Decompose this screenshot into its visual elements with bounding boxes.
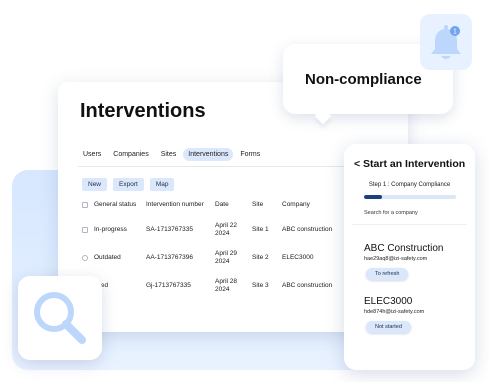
to-refresh-button[interactable]: To refresh [366, 268, 409, 280]
select-all-checkbox[interactable] [82, 202, 88, 208]
not-started-button[interactable]: Not started [366, 321, 411, 333]
tab-sites[interactable]: Sites [156, 148, 182, 161]
header-number[interactable]: Intervention number [146, 201, 204, 209]
map-button[interactable]: Map [149, 178, 175, 191]
search-tile[interactable] [18, 276, 102, 360]
row-number: AA-1713767396 [146, 254, 193, 261]
toolbar: New Export Map [82, 178, 175, 191]
company-name: ABC Construction [364, 243, 444, 254]
header-company[interactable]: Company [282, 201, 310, 209]
bell-icon: 1 [431, 25, 461, 59]
header-status[interactable]: General status [94, 201, 136, 209]
magnifier-icon [34, 292, 86, 344]
progress-bar [364, 195, 456, 199]
tab-interventions[interactable]: Interventions [183, 148, 234, 161]
row-number: Gj-1713767335 [146, 282, 191, 289]
row-date: April 29 2024 [215, 250, 238, 265]
new-button[interactable]: New [82, 178, 108, 191]
row-company: ABC construction [282, 282, 333, 289]
row-radio[interactable] [82, 255, 88, 261]
search-company-label[interactable]: Search for a company [364, 210, 418, 216]
header-date[interactable]: Date [215, 201, 229, 209]
tab-bar: Users Companies Sites Interventions Form… [78, 148, 265, 161]
row-company: ABC construction [282, 226, 333, 233]
company-email: hae29aq8@izi-safety.com [364, 256, 428, 262]
export-button[interactable]: Export [113, 178, 144, 191]
bell-tile[interactable]: 1 [420, 14, 472, 70]
progress-fill [364, 195, 383, 199]
company-name: ELEC3000 [364, 296, 413, 307]
row-date: April 22 2024 [215, 222, 238, 237]
row-number: SA-1713767335 [146, 226, 193, 233]
row-date: April 28 2024 [215, 278, 238, 293]
row-status: Outdated [94, 254, 121, 261]
back-button[interactable]: < Start an Intervention [354, 158, 465, 170]
company-email: hde874h@izi-safety.com [364, 309, 425, 315]
row-site: Site 2 [252, 254, 269, 261]
tab-users[interactable]: Users [78, 148, 106, 161]
divider [352, 224, 467, 225]
page-title: Interventions [80, 100, 206, 122]
step-label: Step 1 : Company Compliance [368, 182, 451, 188]
row-checkbox[interactable] [82, 227, 88, 233]
row-site: Site 1 [252, 226, 269, 233]
row-status: In-progress [94, 226, 127, 233]
row-company: ELEC3000 [282, 254, 314, 261]
row-site: Site 3 [252, 282, 269, 289]
tab-companies[interactable]: Companies [108, 148, 153, 161]
mobile-screen: < Start an Intervention Step 1 : Company… [344, 144, 475, 370]
tab-forms[interactable]: Forms [235, 148, 265, 161]
badge-count: 1 [453, 29, 457, 36]
notification-label: Non-compliance [305, 71, 422, 88]
header-site[interactable]: Site [252, 201, 263, 209]
